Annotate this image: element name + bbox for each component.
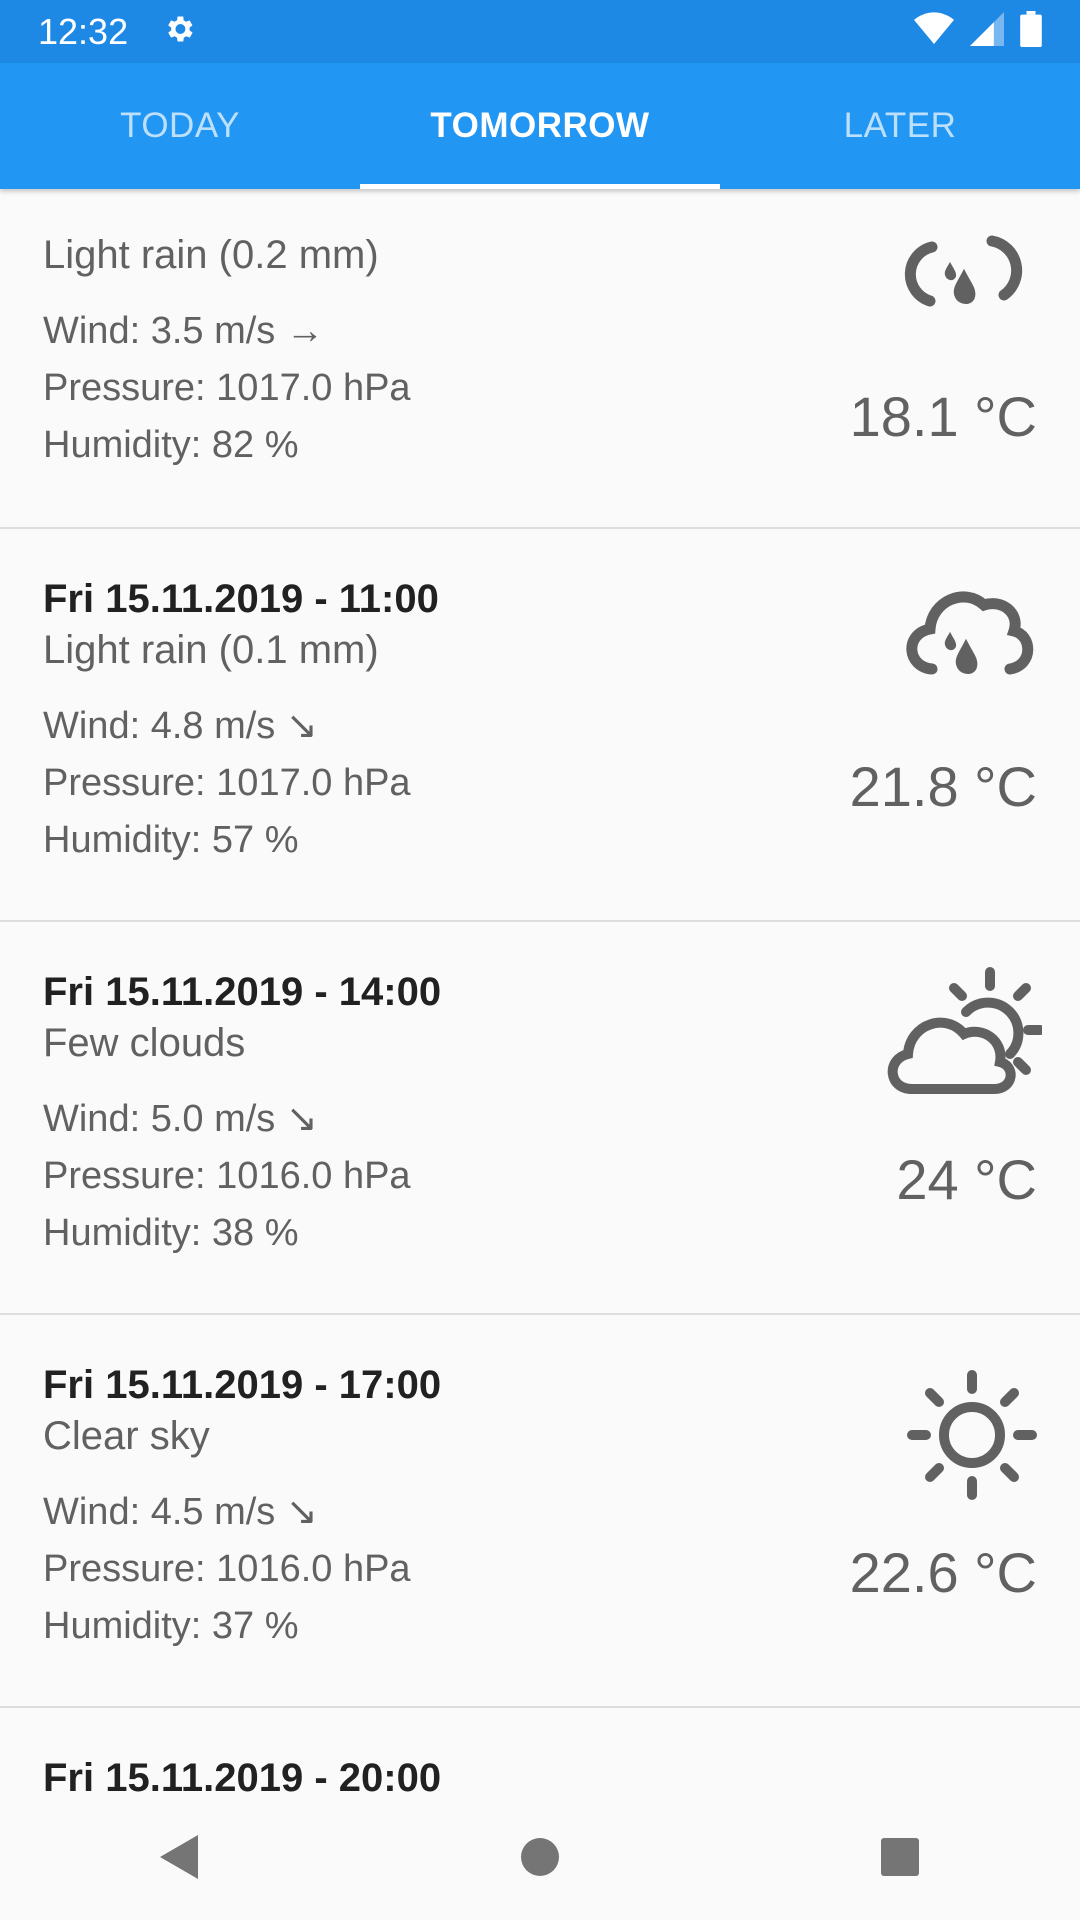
rain-cloud-icon	[892, 579, 1042, 709]
moon-icon	[892, 1758, 1042, 1794]
forecast-temperature: 24 °C	[896, 1148, 1037, 1211]
settings-icon	[162, 12, 196, 51]
forecast-card[interactable]: Fri 15.11.2019 - 11:00 Light rain (0.1 m…	[0, 529, 1080, 922]
forecast-temperature: 18.1 °C	[849, 385, 1037, 448]
forecast-wind: Wind: 5.0 m/s ↘	[43, 1098, 318, 1140]
forecast-date: Fri 15.11.2019 - 11:00	[43, 577, 439, 621]
status-time: 12:32	[38, 10, 129, 52]
few-clouds-icon	[887, 967, 1042, 1102]
forecast-date: Fri 15.11.2019 - 20:00	[43, 1756, 442, 1794]
forecast-wind: Wind: 3.5 m/s →	[43, 310, 324, 352]
forecast-pressure: Pressure: 1017.0 hPa	[43, 367, 411, 409]
forecast-card[interactable]: Fri 15.11.2019 - 14:00 Few clouds Wind: …	[0, 922, 1080, 1315]
forecast-summary: Light rain (0.2 mm)	[43, 233, 379, 277]
tab-tomorrow[interactable]: TOMORROW	[360, 63, 720, 189]
status-bar: 12:32	[0, 0, 1080, 63]
forecast-pressure: Pressure: 1016.0 hPa	[43, 1548, 411, 1590]
forecast-date: Fri 15.11.2019 - 17:00	[43, 1363, 442, 1407]
forecast-summary: Clear sky	[43, 1414, 210, 1458]
tab-today[interactable]: TODAY	[0, 63, 360, 189]
forecast-humidity: Humidity: 37 %	[43, 1605, 299, 1647]
signal-icon	[970, 12, 1004, 51]
forecast-card[interactable]: Light rain (0.2 mm) Wind: 3.5 m/s → Pres…	[0, 189, 1080, 529]
forecast-humidity: Humidity: 82 %	[43, 424, 299, 466]
forecast-wind: Wind: 4.5 m/s ↘	[43, 1491, 318, 1533]
recents-icon[interactable]	[860, 1817, 940, 1897]
tab-later[interactable]: LATER	[720, 63, 1080, 189]
forecast-pressure: Pressure: 1017.0 hPa	[43, 762, 411, 804]
back-icon[interactable]	[140, 1817, 220, 1897]
forecast-pressure: Pressure: 1016.0 hPa	[43, 1155, 411, 1197]
forecast-card[interactable]: Fri 15.11.2019 - 17:00 Clear sky Wind: 4…	[0, 1315, 1080, 1708]
tab-bar: TODAY TOMORROW LATER	[0, 63, 1080, 189]
battery-icon	[1020, 11, 1042, 52]
forecast-humidity: Humidity: 57 %	[43, 819, 299, 861]
home-icon[interactable]	[500, 1817, 580, 1897]
light-rain-icon	[892, 229, 1042, 359]
forecast-date: Fri 15.11.2019 - 14:00	[43, 970, 442, 1014]
forecast-temperature: 22.6 °C	[849, 1541, 1037, 1604]
forecast-card[interactable]: Fri 15.11.2019 - 20:00	[0, 1708, 1080, 1794]
forecast-humidity: Humidity: 38 %	[43, 1212, 299, 1254]
forecast-temperature: 21.8 °C	[849, 755, 1037, 818]
wifi-icon	[914, 12, 954, 51]
forecast-summary: Few clouds	[43, 1021, 246, 1065]
forecast-list[interactable]: Light rain (0.2 mm) Wind: 3.5 m/s → Pres…	[0, 189, 1080, 1794]
forecast-summary: Light rain (0.1 mm)	[43, 628, 379, 672]
navigation-bar	[0, 1794, 1080, 1920]
forecast-wind: Wind: 4.8 m/s ↘	[43, 705, 318, 747]
sun-icon	[892, 1365, 1042, 1500]
